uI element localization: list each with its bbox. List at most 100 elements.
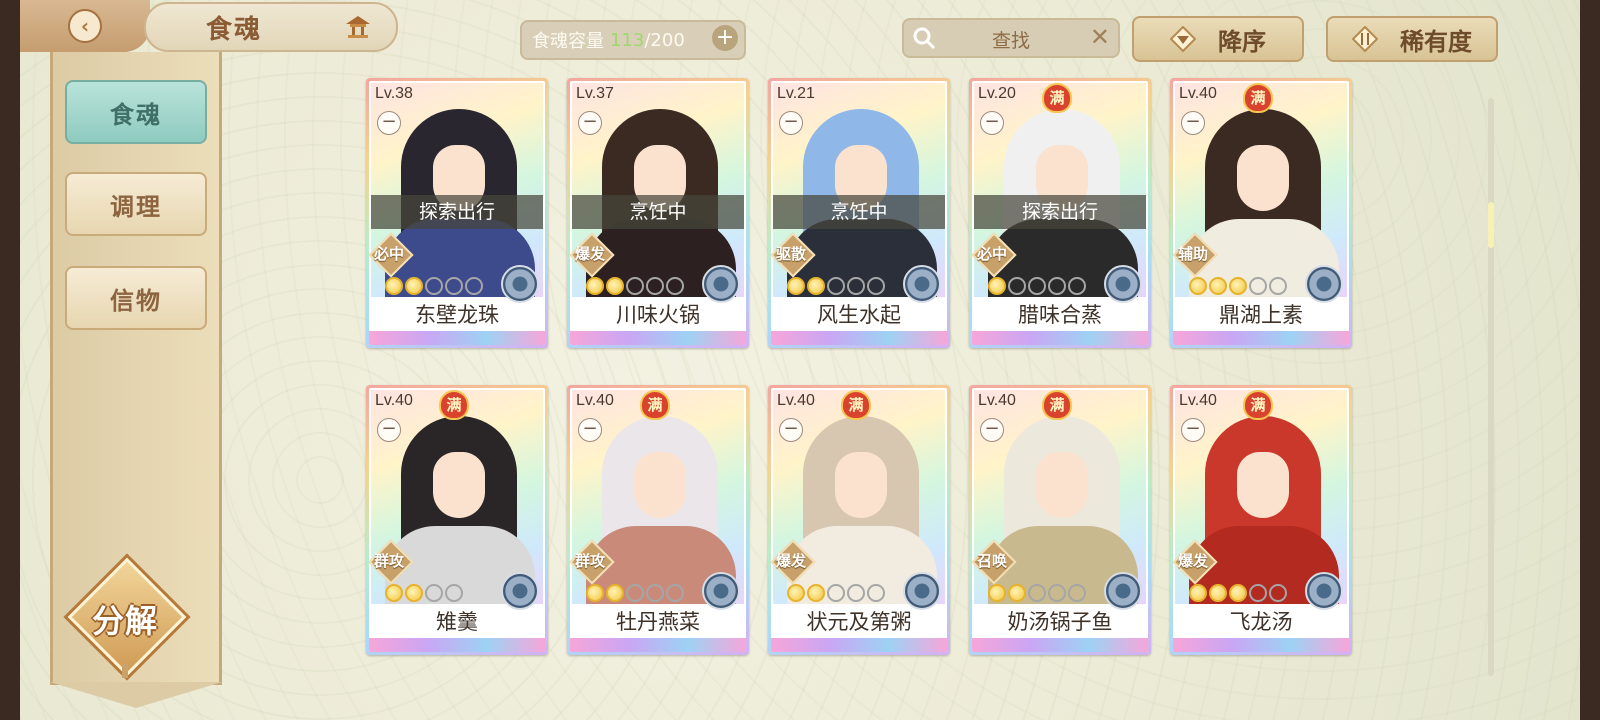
element-medal-icon [1104, 572, 1142, 610]
star-icon [1008, 277, 1026, 295]
rarity-strip [369, 331, 545, 345]
minus-icon[interactable]: − [779, 418, 803, 442]
rarity-strip [570, 638, 746, 652]
card-level: Lv.38 [375, 85, 413, 102]
rarity-strip [369, 638, 545, 652]
clear-search-icon[interactable]: ✕ [1090, 23, 1110, 51]
minus-icon[interactable]: − [578, 418, 602, 442]
role-label: 群攻 [574, 552, 605, 570]
food-soul-card[interactable]: Lv.21 − 烹饪中 驱散 风生水起 [768, 78, 950, 348]
star-icon [666, 584, 684, 602]
max-level-badge: 满 [1042, 390, 1072, 420]
role-label: 爆发 [775, 552, 806, 570]
element-medal-icon [903, 265, 941, 303]
card-level: Lv.40 [1179, 392, 1217, 409]
star-icon [867, 584, 885, 602]
tassel-icon [122, 664, 128, 678]
food-soul-card[interactable]: Lv.20 满 − 探索出行 必中 腊味合蒸 [969, 78, 1151, 348]
star-icon [1008, 584, 1026, 602]
star-icon [445, 277, 463, 295]
minus-icon[interactable]: − [779, 111, 803, 135]
role-label: 召唤 [976, 552, 1007, 570]
back-button[interactable]: ‹ [20, 0, 150, 52]
star-icon [626, 584, 644, 602]
star-icon [807, 277, 825, 295]
rarity-strip [771, 331, 947, 345]
star-icon [1048, 277, 1066, 295]
card-body: Lv.37 − 烹饪中 爆发 川味火锅 [570, 81, 746, 345]
minus-icon[interactable]: − [377, 111, 401, 135]
search-icon [913, 27, 936, 50]
star-icon [1068, 584, 1086, 602]
card-level: Lv.40 [777, 392, 815, 409]
minus-icon[interactable]: − [980, 418, 1004, 442]
element-medal-icon [702, 572, 740, 610]
scrollbar-thumb[interactable] [1488, 202, 1494, 248]
minus-icon[interactable]: − [578, 111, 602, 135]
tab-tokens[interactable]: 信物 [65, 266, 207, 330]
food-soul-card[interactable]: Lv.40 满 − 辅助 鼎湖上素 [1170, 78, 1352, 348]
star-icon [445, 584, 463, 602]
card-name: 风生水起 [817, 303, 901, 327]
star-icon [606, 584, 624, 602]
food-soul-card[interactable]: Lv.40 满 − 爆发 飞龙汤 [1170, 385, 1352, 655]
add-capacity-button[interactable]: + [712, 25, 738, 51]
card-body: Lv.40 满 − 辅助 鼎湖上素 [1173, 81, 1349, 345]
max-level-badge: 满 [1243, 83, 1273, 113]
decompose-button[interactable]: 分解 [67, 557, 187, 678]
card-status: 烹饪中 [572, 195, 744, 229]
role-tag: 辅助 [1173, 232, 1218, 278]
food-soul-card[interactable]: Lv.40 满 − 爆发 状元及第粥 [768, 385, 950, 655]
star-icon [1249, 277, 1267, 295]
minus-icon[interactable]: − [1181, 418, 1205, 442]
card-status: 探索出行 [371, 195, 543, 229]
role-tag: 群攻 [570, 539, 615, 585]
rarity-strip [1173, 638, 1349, 652]
card-level: Lv.20 [978, 85, 1016, 102]
star-icon [1028, 277, 1046, 295]
star-icon [867, 277, 885, 295]
element-medal-icon [1305, 265, 1343, 303]
food-soul-card[interactable]: Lv.40 满 − 群攻牡丹燕菜 [567, 385, 749, 655]
star-rating [586, 277, 684, 295]
max-level-badge: 满 [841, 390, 871, 420]
star-rating [1189, 584, 1287, 602]
star-rating [586, 584, 684, 602]
minus-icon[interactable]: − [377, 418, 401, 442]
rarity-sort-button[interactable]: 稀有度 [1326, 16, 1498, 62]
minus-icon[interactable]: − [980, 111, 1004, 135]
food-soul-card[interactable]: Lv.40 满 − 召唤 奶汤锅子鱼 [969, 385, 1151, 655]
max-level-badge: 满 [1243, 390, 1273, 420]
star-icon [1209, 584, 1227, 602]
star-rating [988, 277, 1086, 295]
role-label: 群攻 [373, 552, 404, 570]
max-level-badge: 满 [640, 390, 670, 420]
element-medal-icon [1305, 572, 1343, 610]
food-soul-card[interactable]: Lv.37 − 烹饪中 爆发 川味火锅 [567, 78, 749, 348]
tab-food-souls[interactable]: 食魂 [65, 80, 207, 144]
role-label: 必中 [373, 245, 404, 263]
star-icon [405, 584, 423, 602]
star-icon [586, 277, 604, 295]
minus-icon[interactable]: − [1181, 111, 1205, 135]
rarity-strip [1173, 331, 1349, 345]
role-label: 爆发 [574, 245, 605, 263]
tab-conditioning-label: 调理 [110, 191, 162, 221]
role-tag: 必中 [972, 232, 1017, 278]
role-tag: 必中 [369, 232, 414, 278]
capacity-label: 食魂容量 [532, 31, 604, 52]
star-icon [606, 277, 624, 295]
role-label: 驱散 [775, 245, 806, 263]
tab-conditioning[interactable]: 调理 [65, 172, 207, 236]
role-label: 爆发 [1177, 552, 1208, 570]
card-level: Lv.40 [576, 392, 614, 409]
scrollbar[interactable] [1488, 98, 1494, 676]
pavilion-icon[interactable] [344, 14, 372, 38]
card-name: 牡丹燕菜 [616, 610, 700, 634]
star-icon [787, 584, 805, 602]
search-box[interactable]: 查找 ✕ [902, 18, 1120, 58]
food-soul-card[interactable]: Lv.40 满 − 群攻 雉羹 [366, 385, 548, 655]
max-level-badge: 满 [1042, 83, 1072, 113]
food-soul-card[interactable]: Lv.38 − 探索出行 必中 东壁龙珠 [366, 78, 548, 348]
sort-order-button[interactable]: 降序 [1132, 16, 1304, 62]
